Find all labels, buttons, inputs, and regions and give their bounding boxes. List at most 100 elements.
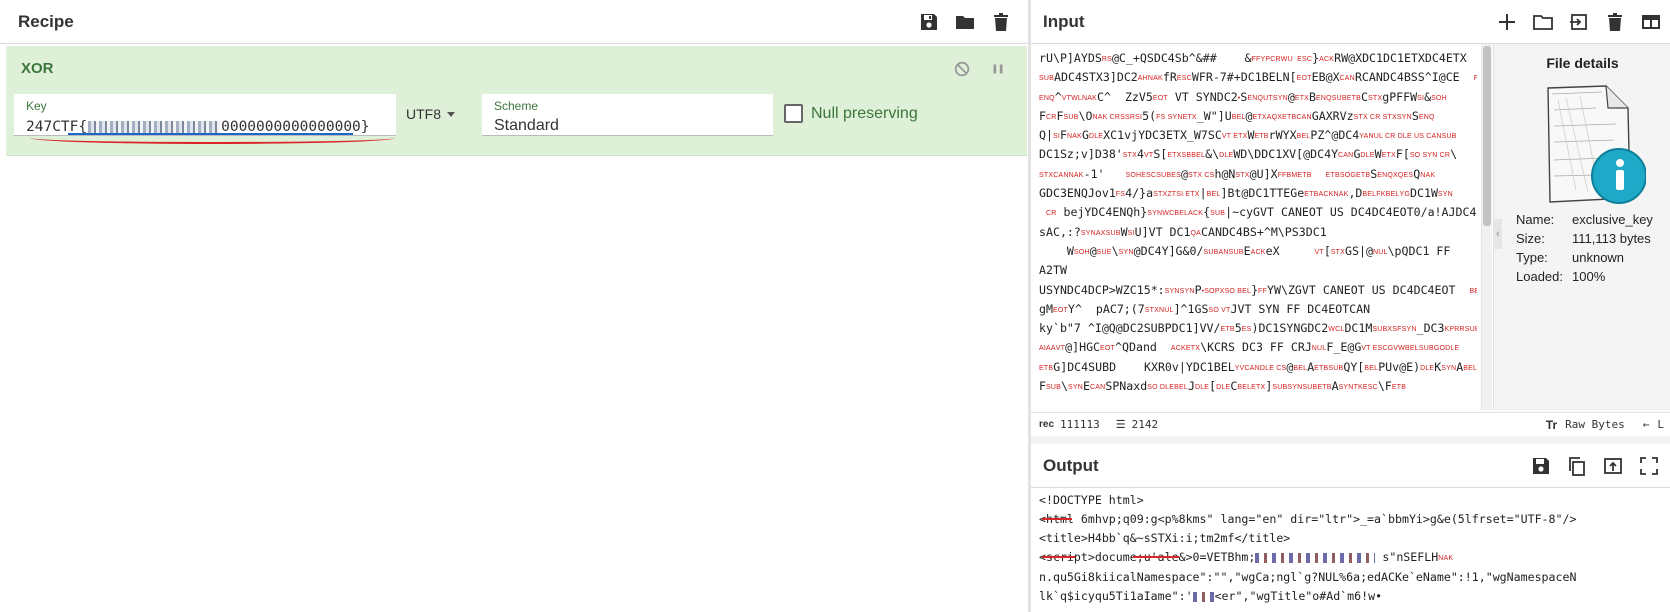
output-line: <html 6mhvp;q09:g<p%8kms" lang="en" dir=… bbox=[1039, 510, 1664, 529]
control-char: STXCANNAK bbox=[1039, 171, 1084, 179]
input-text-segment: W bbox=[1430, 186, 1438, 201]
input-text-segment: BSS^I@CE bbox=[1403, 70, 1474, 85]
output-text-segment: lk`q$icyqu5Ti1aIame":' bbox=[1039, 589, 1193, 604]
file-detail-key: Size: bbox=[1516, 231, 1545, 246]
input-text-segment: Q| bbox=[1039, 128, 1053, 143]
trash-icon[interactable] bbox=[990, 11, 1012, 33]
control-char: SYN bbox=[1338, 384, 1354, 392]
file-import-icon[interactable] bbox=[1568, 11, 1590, 33]
control-char: YA bbox=[1359, 133, 1369, 141]
control-char: FF VT bbox=[1473, 75, 1477, 83]
control-char: ETX bbox=[1381, 152, 1396, 160]
output-header: Output bbox=[1031, 444, 1670, 488]
input-text-segment: @ bbox=[1089, 243, 1097, 258]
control-char: EOT bbox=[1052, 306, 1068, 314]
input-text-segment: [ bbox=[1323, 243, 1331, 258]
input-scrollbar[interactable] bbox=[1481, 44, 1492, 410]
control-char: SYN bbox=[1441, 364, 1457, 372]
control-char: BELACK bbox=[1174, 210, 1204, 218]
input-line: SUBADC4STX3]DC2AHNAKfRESCWFR-7#+DC1BELN[… bbox=[1039, 68, 1477, 87]
input-text-segment: W bbox=[1374, 147, 1382, 162]
input-text-segment: P bbox=[1194, 282, 1202, 297]
control-char: BEL bbox=[1296, 133, 1311, 141]
input-text-segment: \F bbox=[1377, 379, 1392, 394]
control-char: WCL bbox=[1328, 326, 1345, 334]
input-text-segment: GAXRVz bbox=[1311, 108, 1354, 123]
file-detail-key: Name: bbox=[1516, 212, 1555, 227]
input-text-segment: DC1 bbox=[1039, 147, 1060, 162]
input-text-segment: R bbox=[1354, 70, 1362, 85]
input-text-segment: A2TW bbox=[1039, 263, 1067, 278]
control-char: VT bbox=[1061, 94, 1072, 102]
input-line: ETBG]DC4SUBD KXR0v|YDC1BELYVCANDLE CS@BE… bbox=[1039, 358, 1477, 377]
redacted-key-segment bbox=[88, 120, 221, 134]
input-line: ky`b"7 ^I@Q@DC2SUBPDC1]VV/ETB5ES)DC1SYNG… bbox=[1039, 319, 1477, 338]
folder-icon[interactable] bbox=[954, 11, 976, 33]
layout-icon[interactable] bbox=[1640, 11, 1662, 33]
save-icon[interactable] bbox=[1530, 455, 1552, 477]
input-text-segment: \ bbox=[1060, 379, 1068, 394]
control-char: BEL bbox=[1385, 191, 1400, 199]
replace-input-icon[interactable] bbox=[1602, 455, 1624, 477]
input-text-segment: VT SYNDC2 bbox=[1174, 89, 1238, 104]
input-text-segment: _ bbox=[1416, 321, 1424, 336]
control-char: SO BEL bbox=[1224, 287, 1252, 295]
copy-icon[interactable] bbox=[1566, 455, 1588, 477]
control-char: SUB bbox=[1203, 248, 1219, 256]
control-char: RS bbox=[1101, 56, 1112, 63]
control-char: NUL CR DLE US CANSUB bbox=[1368, 133, 1457, 141]
input-text-segment: DC4SUB bbox=[1067, 359, 1110, 374]
input-text-segment: &\ bbox=[1205, 147, 1220, 162]
key-field[interactable]: Key 247CTF{0000000000000000} bbox=[14, 94, 396, 136]
maximise-icon[interactable] bbox=[1638, 455, 1660, 477]
control-char: BEL bbox=[1463, 364, 1477, 372]
control-char: STX bbox=[1235, 171, 1250, 179]
input-area[interactable]: rU\P]AYDSRS@C_+QSDC4Sb^&## &FFYPCRWU ESC… bbox=[1031, 44, 1670, 412]
key-encoding-select[interactable]: UTF8 bbox=[406, 106, 455, 122]
input-text-segment: N[ bbox=[1282, 70, 1297, 85]
panel-resize-handle[interactable]: ‹ bbox=[1494, 219, 1502, 249]
control-char: ETB bbox=[1297, 171, 1312, 179]
folder-icon[interactable] bbox=[1532, 11, 1554, 33]
input-scroll-thumb[interactable] bbox=[1483, 46, 1491, 226]
trash-icon[interactable] bbox=[1604, 11, 1626, 33]
input-text-segment: DC4 bbox=[1338, 128, 1360, 143]
input-line: FCRFSUB\ONAK CRSSRSI5(FS SYNETX_W"]UBEL@… bbox=[1039, 107, 1477, 126]
io-splitter[interactable] bbox=[1031, 436, 1670, 444]
save-icon[interactable] bbox=[918, 11, 940, 33]
control-char: FF bbox=[1258, 287, 1267, 295]
garbled-bytes bbox=[1192, 591, 1215, 602]
input-text-segment: |~cyG bbox=[1225, 205, 1261, 220]
control-char: DLE bbox=[1360, 152, 1375, 160]
null-preserving-checkbox[interactable] bbox=[784, 104, 803, 123]
control-char: SUB bbox=[1372, 326, 1388, 334]
control-char: BELSUB bbox=[1405, 345, 1434, 353]
pause-icon[interactable] bbox=[987, 58, 1009, 80]
input-line: CR bejYDC4ENQh}SYNWCBELACK{SUB|~cyGVT CA… bbox=[1039, 203, 1477, 222]
input-text-segment: ]Bt@ bbox=[1220, 186, 1249, 201]
plus-icon[interactable] bbox=[1496, 11, 1518, 33]
input-text-segment: -1' bbox=[1083, 166, 1126, 181]
eol-label[interactable]: L bbox=[1657, 418, 1664, 431]
null-preserving-label: Null preserving bbox=[811, 104, 918, 122]
input-text-segment: rWYX bbox=[1268, 128, 1297, 143]
scheme-select[interactable]: Scheme Standard bbox=[482, 94, 773, 136]
input-text-segment: \O bbox=[1078, 108, 1093, 123]
input-text-segment: @ bbox=[1245, 108, 1253, 123]
input-text-segment: S[ bbox=[1153, 147, 1168, 162]
input-text-segment: RW@X bbox=[1334, 51, 1363, 65]
control-char: CR bbox=[1270, 56, 1281, 63]
control-char: ACK bbox=[1319, 56, 1335, 63]
control-char: ETB bbox=[1039, 364, 1054, 372]
raw-bytes-toggle[interactable]: Raw Bytes bbox=[1565, 418, 1625, 431]
output-textarea[interactable]: <!DOCTYPE html> <html 6mhvp;q09:g<p%8kms"… bbox=[1039, 491, 1664, 612]
input-text-segment: G bbox=[1039, 186, 1046, 201]
input-textarea[interactable]: rU\P]AYDSRS@C_+QSDC4Sb^&## &FFYPCRWU ESC… bbox=[1039, 49, 1477, 397]
input-title: Input bbox=[1043, 11, 1085, 31]
input-text-segment: PUv@E) bbox=[1378, 359, 1421, 374]
input-line: ENQ^VTWLNAKC^ ZzV5EOT VT SYNDC2•SENQUTSY… bbox=[1039, 88, 1477, 107]
control-char: SO bbox=[1204, 287, 1215, 295]
file-info-icon bbox=[1547, 85, 1646, 204]
null-preserving-toggle[interactable]: Null preserving bbox=[784, 104, 918, 123]
disable-icon[interactable] bbox=[951, 58, 973, 80]
